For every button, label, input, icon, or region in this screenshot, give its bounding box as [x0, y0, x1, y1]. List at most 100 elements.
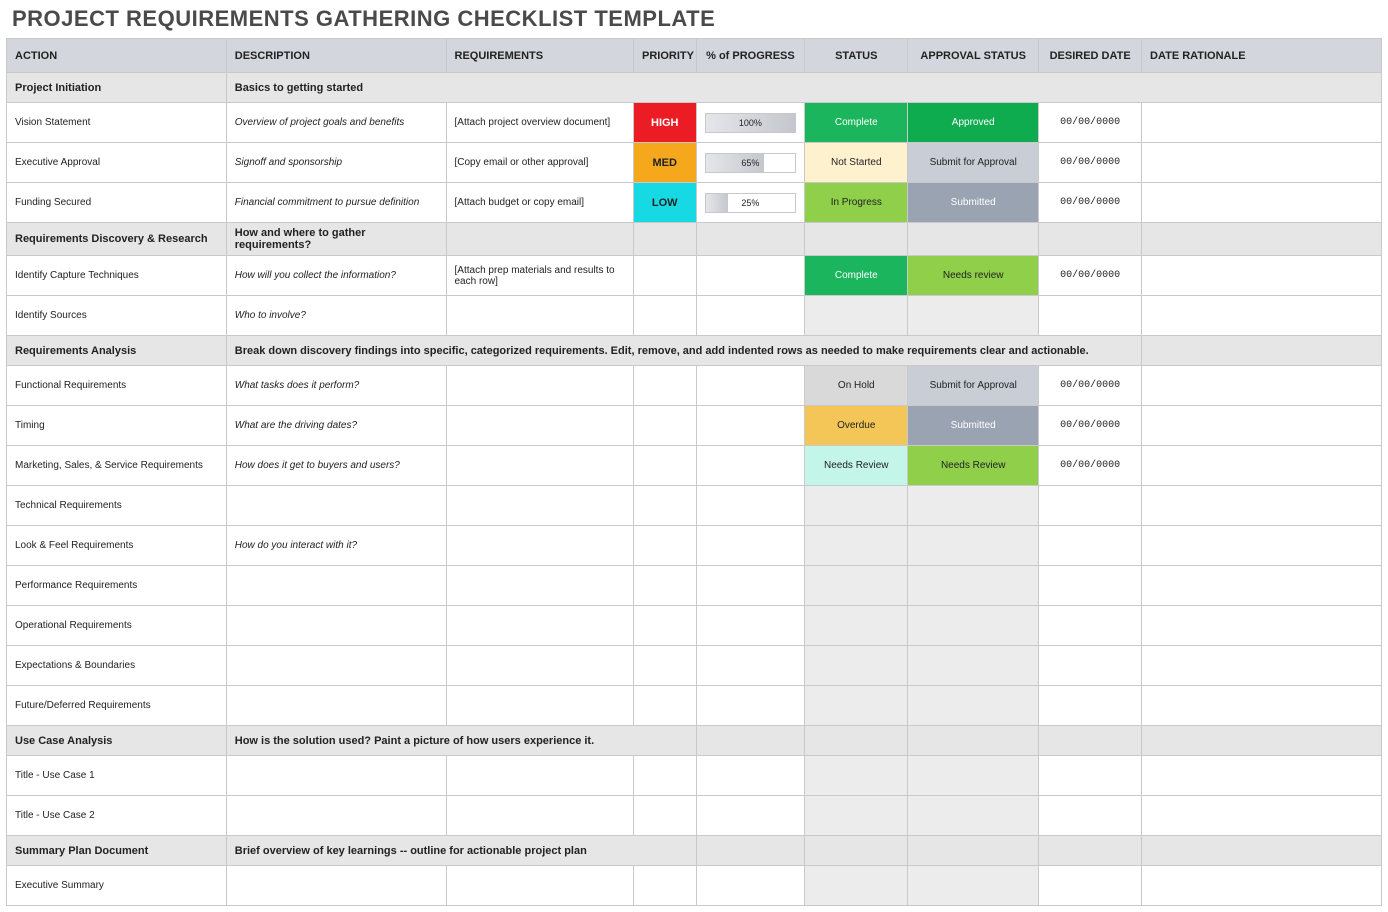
progress-cell[interactable] — [696, 796, 805, 836]
approval-cell[interactable]: Needs Review — [908, 446, 1039, 486]
approval-cell[interactable]: Submit for Approval — [908, 366, 1039, 406]
approval-cell[interactable] — [908, 486, 1039, 526]
priority-cell[interactable] — [634, 406, 697, 446]
rationale-cell[interactable] — [1142, 256, 1382, 296]
desc-cell[interactable] — [226, 756, 446, 796]
action-cell[interactable]: Executive Approval — [7, 143, 227, 183]
status-cell[interactable]: In Progress — [805, 183, 908, 223]
rationale-cell[interactable] — [1142, 566, 1382, 606]
action-cell[interactable]: Identify Sources — [7, 296, 227, 336]
progress-cell[interactable] — [696, 406, 805, 446]
req-cell[interactable] — [446, 866, 634, 906]
approval-cell[interactable] — [908, 606, 1039, 646]
priority-cell[interactable]: MED — [634, 143, 697, 183]
progress-cell[interactable] — [696, 486, 805, 526]
date-cell[interactable] — [1039, 566, 1142, 606]
progress-cell[interactable] — [696, 686, 805, 726]
status-cell[interactable] — [805, 686, 908, 726]
priority-cell[interactable] — [634, 646, 697, 686]
status-cell[interactable] — [805, 796, 908, 836]
date-cell[interactable]: 00/00/0000 — [1039, 143, 1142, 183]
priority-cell[interactable]: LOW — [634, 183, 697, 223]
progress-cell[interactable]: 100% — [696, 103, 805, 143]
desc-cell[interactable]: How do you interact with it? — [226, 526, 446, 566]
desc-cell[interactable]: What tasks does it perform? — [226, 366, 446, 406]
approval-cell[interactable] — [908, 646, 1039, 686]
progress-cell[interactable] — [696, 646, 805, 686]
progress-cell[interactable] — [696, 446, 805, 486]
action-cell[interactable]: Funding Secured — [7, 183, 227, 223]
priority-cell[interactable] — [634, 566, 697, 606]
req-cell[interactable] — [446, 526, 634, 566]
req-cell[interactable] — [446, 446, 634, 486]
approval-cell[interactable] — [908, 686, 1039, 726]
priority-cell[interactable] — [634, 756, 697, 796]
rationale-cell[interactable] — [1142, 446, 1382, 486]
req-cell[interactable] — [446, 366, 634, 406]
action-cell[interactable]: Technical Requirements — [7, 486, 227, 526]
action-cell[interactable]: Performance Requirements — [7, 566, 227, 606]
approval-cell[interactable]: Submitted — [908, 406, 1039, 446]
req-cell[interactable] — [446, 646, 634, 686]
progress-cell[interactable] — [696, 526, 805, 566]
rationale-cell[interactable] — [1142, 756, 1382, 796]
action-cell[interactable]: Expectations & Boundaries — [7, 646, 227, 686]
desc-cell[interactable]: Financial commitment to pursue definitio… — [226, 183, 446, 223]
progress-cell[interactable]: 25% — [696, 183, 805, 223]
date-cell[interactable]: 00/00/0000 — [1039, 446, 1142, 486]
date-cell[interactable]: 00/00/0000 — [1039, 366, 1142, 406]
status-cell[interactable]: Complete — [805, 103, 908, 143]
priority-cell[interactable] — [634, 486, 697, 526]
status-cell[interactable] — [805, 866, 908, 906]
date-cell[interactable] — [1039, 486, 1142, 526]
approval-cell[interactable]: Submitted — [908, 183, 1039, 223]
approval-cell[interactable]: Needs review — [908, 256, 1039, 296]
date-cell[interactable] — [1039, 606, 1142, 646]
rationale-cell[interactable] — [1142, 366, 1382, 406]
rationale-cell[interactable] — [1142, 796, 1382, 836]
desc-cell[interactable]: Overview of project goals and benefits — [226, 103, 446, 143]
priority-cell[interactable] — [634, 606, 697, 646]
progress-cell[interactable] — [696, 866, 805, 906]
status-cell[interactable] — [805, 606, 908, 646]
req-cell[interactable] — [446, 606, 634, 646]
rationale-cell[interactable] — [1142, 486, 1382, 526]
status-cell[interactable]: Needs Review — [805, 446, 908, 486]
status-cell[interactable] — [805, 526, 908, 566]
rationale-cell[interactable] — [1142, 526, 1382, 566]
desc-cell[interactable]: How will you collect the information? — [226, 256, 446, 296]
rationale-cell[interactable] — [1142, 866, 1382, 906]
rationale-cell[interactable] — [1142, 296, 1382, 336]
approval-cell[interactable] — [908, 526, 1039, 566]
approval-cell[interactable] — [908, 296, 1039, 336]
status-cell[interactable]: Complete — [805, 256, 908, 296]
date-cell[interactable] — [1039, 686, 1142, 726]
progress-cell[interactable] — [696, 566, 805, 606]
desc-cell[interactable]: Who to involve? — [226, 296, 446, 336]
rationale-cell[interactable] — [1142, 103, 1382, 143]
desc-cell[interactable] — [226, 686, 446, 726]
date-cell[interactable]: 00/00/0000 — [1039, 183, 1142, 223]
progress-cell[interactable] — [696, 296, 805, 336]
status-cell[interactable]: Not Started — [805, 143, 908, 183]
action-cell[interactable]: Marketing, Sales, & Service Requirements — [7, 446, 227, 486]
req-cell[interactable] — [446, 796, 634, 836]
desc-cell[interactable] — [226, 796, 446, 836]
status-cell[interactable]: Overdue — [805, 406, 908, 446]
rationale-cell[interactable] — [1142, 406, 1382, 446]
approval-cell[interactable] — [908, 796, 1039, 836]
desc-cell[interactable] — [226, 486, 446, 526]
req-cell[interactable] — [446, 486, 634, 526]
date-cell[interactable] — [1039, 526, 1142, 566]
req-cell[interactable] — [446, 686, 634, 726]
rationale-cell[interactable] — [1142, 686, 1382, 726]
status-cell[interactable] — [805, 486, 908, 526]
priority-cell[interactable] — [634, 256, 697, 296]
date-cell[interactable]: 00/00/0000 — [1039, 406, 1142, 446]
priority-cell[interactable] — [634, 446, 697, 486]
date-cell[interactable] — [1039, 866, 1142, 906]
date-cell[interactable] — [1039, 296, 1142, 336]
desc-cell[interactable] — [226, 606, 446, 646]
rationale-cell[interactable] — [1142, 606, 1382, 646]
date-cell[interactable]: 00/00/0000 — [1039, 103, 1142, 143]
